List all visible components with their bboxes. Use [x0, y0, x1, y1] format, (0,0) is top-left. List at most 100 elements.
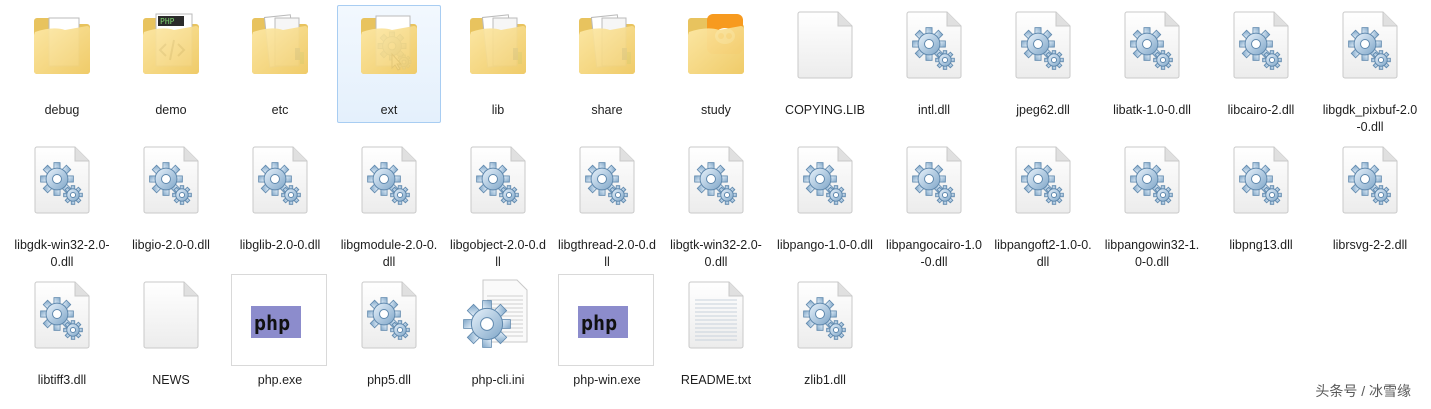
folder-gear-icon — [354, 8, 424, 80]
file-item[interactable]: libcairo-2.dll — [1209, 5, 1313, 123]
file-item[interactable]: libgdk_pixbuf-2.0-0.dll — [1318, 5, 1422, 134]
file-item[interactable]: php-cli.ini — [446, 275, 550, 393]
file-item[interactable]: libglib-2.0-0.dll — [228, 140, 332, 258]
text-file-icon — [681, 278, 751, 350]
folder-icon — [27, 8, 97, 80]
watermark: 头条号 / 冰雪缘 — [1315, 383, 1411, 399]
file-item[interactable]: libpng13.dll — [1209, 140, 1313, 258]
dll-file-icon — [1226, 8, 1296, 80]
dll-file-icon — [1335, 143, 1405, 215]
file-item[interactable]: jpeg62.dll — [991, 5, 1095, 123]
dll-file-icon — [1117, 143, 1187, 215]
svg-text:php: php — [581, 311, 617, 335]
file-item[interactable]: intl.dll — [882, 5, 986, 123]
folder-icon — [463, 8, 533, 80]
file-item[interactable]: libatk-1.0-0.dll — [1100, 5, 1204, 123]
folder-uc-icon — [681, 8, 751, 80]
file-name: etc — [271, 103, 289, 117]
file-name: debug — [44, 103, 80, 117]
file-name: libgthread-2.0-0.dll — [558, 238, 656, 269]
file-item[interactable]: libpango-1.0-0.dll — [773, 140, 877, 258]
folder-icon — [245, 8, 315, 80]
file-item[interactable]: libgobject-2.0-0.dll — [446, 140, 550, 269]
dll-file-icon — [354, 143, 424, 215]
dll-file-icon — [354, 278, 424, 350]
file-item[interactable]: php5.dll — [337, 275, 441, 393]
file-name: NEWS — [152, 373, 190, 387]
file-name: php5.dll — [367, 373, 411, 387]
file-item[interactable]: libgdk-win32-2.0-0.dll — [10, 140, 114, 269]
file-item[interactable]: README.txt — [664, 275, 768, 393]
file-name: libpng13.dll — [1229, 238, 1293, 252]
file-name: libpango-1.0-0.dll — [777, 238, 873, 252]
dll-file-icon — [899, 143, 969, 215]
dll-file-icon — [1008, 143, 1078, 215]
file-name: libgdk-win32-2.0-0.dll — [14, 238, 110, 269]
dll-file-icon — [681, 143, 751, 215]
file-item[interactable]: ext — [337, 5, 441, 123]
blank-file-icon — [790, 8, 860, 80]
file-item[interactable]: libpangocairo-1.0-0.dll — [882, 140, 986, 269]
file-name: COPYING.LIB — [785, 103, 865, 117]
file-item[interactable]: libgio-2.0-0.dll — [119, 140, 223, 258]
file-name: ext — [380, 103, 398, 117]
file-item[interactable]: libgthread-2.0-0.dll — [555, 140, 659, 269]
file-name: lib — [491, 103, 505, 117]
php-exe-icon: php — [572, 286, 642, 358]
file-item[interactable]: NEWS — [119, 275, 223, 393]
file-item[interactable]: PHP demo — [119, 5, 223, 123]
dll-file-icon — [1117, 8, 1187, 80]
file-item[interactable]: debug — [10, 5, 114, 123]
file-name: libgdk_pixbuf-2.0-0.dll — [1322, 103, 1418, 134]
file-name: libgmodule-2.0-0.dll — [340, 238, 438, 269]
dll-file-icon — [790, 143, 860, 215]
file-item[interactable]: lib — [446, 5, 550, 123]
file-name: libcairo-2.dll — [1227, 103, 1295, 117]
ini-file-icon — [463, 278, 533, 350]
file-item[interactable]: libtiff3.dll — [10, 275, 114, 393]
php-exe-icon: php — [245, 286, 315, 358]
file-name: intl.dll — [918, 103, 950, 117]
file-item[interactable]: libpangowin32-1.0-0.dll — [1100, 140, 1204, 269]
file-item[interactable]: libgtk-win32-2.0-0.dll — [664, 140, 768, 269]
file-grid: debug PHP demo etc ext lib share study CO… — [8, 4, 1425, 409]
folder-icon — [572, 8, 642, 80]
file-name: demo — [155, 103, 187, 117]
file-name: zlib1.dll — [804, 373, 846, 387]
file-name: libtiff3.dll — [37, 373, 87, 387]
file-item[interactable]: php php-win.exe — [555, 274, 659, 393]
file-item[interactable]: libpangoft2-1.0-0.dll — [991, 140, 1095, 269]
file-item[interactable]: COPYING.LIB — [773, 5, 877, 123]
file-name: libglib-2.0-0.dll — [239, 238, 321, 252]
dll-file-icon — [136, 143, 206, 215]
blank-file-icon — [136, 278, 206, 350]
file-item[interactable]: etc — [228, 5, 332, 123]
dll-file-icon — [245, 143, 315, 215]
file-name: libpangowin32-1.0-0.dll — [1104, 238, 1200, 269]
file-name: libgio-2.0-0.dll — [132, 238, 210, 252]
file-item[interactable]: php php.exe — [228, 274, 332, 393]
file-item[interactable]: study — [664, 5, 768, 123]
dll-file-icon — [1335, 8, 1405, 80]
file-name: librsvg-2-2.dll — [1332, 238, 1408, 252]
file-name: libpangoft2-1.0-0.dll — [994, 238, 1092, 269]
dll-file-icon — [899, 8, 969, 80]
file-name: share — [591, 103, 623, 117]
file-name: study — [701, 103, 731, 117]
dll-file-icon — [790, 278, 860, 350]
file-item[interactable]: share — [555, 5, 659, 123]
dll-file-icon — [1008, 8, 1078, 80]
file-item[interactable]: zlib1.dll — [773, 275, 877, 393]
dll-file-icon — [27, 278, 97, 350]
file-name: php-win.exe — [573, 373, 641, 387]
file-name: libatk-1.0-0.dll — [1113, 103, 1191, 117]
dll-file-icon — [463, 143, 533, 215]
file-item[interactable]: libgmodule-2.0-0.dll — [337, 140, 441, 269]
file-item[interactable]: librsvg-2-2.dll — [1318, 140, 1422, 258]
svg-text:php: php — [254, 311, 290, 335]
file-name: php.exe — [257, 373, 303, 387]
file-name: libgtk-win32-2.0-0.dll — [670, 238, 762, 269]
folder-php-icon: PHP — [136, 8, 206, 80]
dll-file-icon — [27, 143, 97, 215]
dll-file-icon — [1226, 143, 1296, 215]
